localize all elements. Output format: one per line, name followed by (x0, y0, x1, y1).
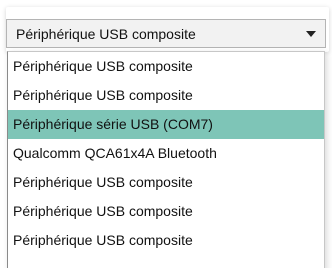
chevron-down-icon[interactable] (306, 31, 316, 37)
dropdown-option[interactable]: Périphérique USB composite (8, 52, 324, 81)
combobox-selected-value: Périphérique USB composite (16, 26, 196, 42)
dropdown-list: Périphérique USB composite Périphérique … (7, 51, 325, 268)
combobox-header[interactable]: Périphérique USB composite (6, 19, 326, 48)
dropdown-option[interactable]: Périphérique USB composite (8, 197, 324, 226)
device-selector: Périphérique USB composite Périphérique … (0, 0, 332, 268)
dropdown-option-selected[interactable]: Périphérique série USB (COM7) (8, 110, 324, 139)
dropdown-option[interactable]: Qualcomm QCA61x4A Bluetooth (8, 139, 324, 168)
dropdown-option[interactable]: Périphérique USB composite (8, 168, 324, 197)
device-combobox[interactable]: Périphérique USB composite (6, 7, 329, 52)
dropdown-option[interactable]: Périphérique USB composite (8, 81, 324, 110)
dropdown-option[interactable]: Périphérique USB composite (8, 226, 324, 255)
